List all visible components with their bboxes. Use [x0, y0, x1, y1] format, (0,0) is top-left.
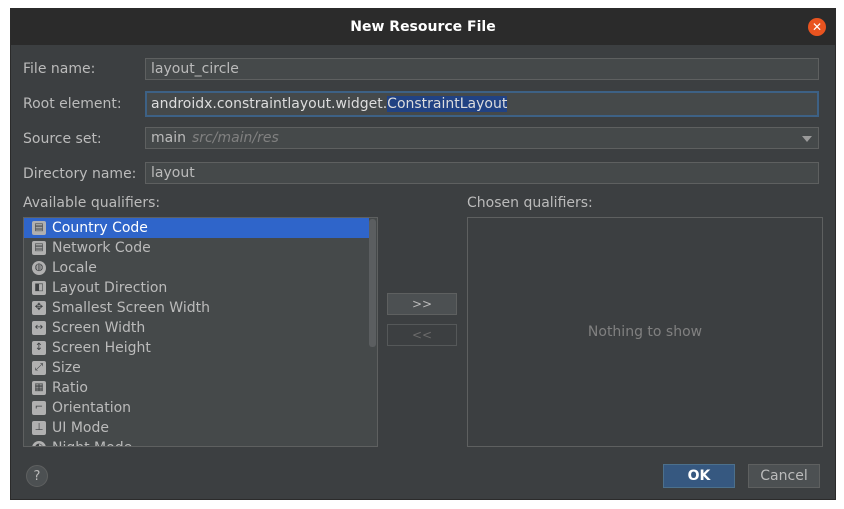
list-item-label: Orientation — [52, 400, 132, 416]
list-item[interactable]: ⤢ Size — [24, 358, 377, 378]
list-item-label: Country Code — [52, 220, 148, 236]
list-item-label: Locale — [52, 260, 97, 276]
screen-width-icon: ↔ — [32, 321, 46, 335]
cancel-button[interactable]: Cancel — [748, 464, 820, 488]
list-item[interactable]: ▤ Network Code — [24, 238, 377, 258]
close-icon: ✕ — [811, 20, 823, 34]
list-item-label: Smallest Screen Width — [52, 300, 210, 316]
list-scrollbar[interactable] — [369, 218, 377, 446]
source-set-label: Source set: — [23, 131, 102, 147]
list-item-label: Screen Width — [52, 320, 146, 336]
file-name-value: layout_circle — [151, 61, 239, 77]
available-qualifiers-label: Available qualifiers: — [23, 195, 161, 211]
ok-button[interactable]: OK — [663, 464, 735, 488]
layout-direction-icon: ◧ — [32, 281, 46, 295]
size-icon: ⤢ — [32, 361, 46, 375]
list-item-label: Ratio — [52, 380, 88, 396]
list-item[interactable]: ⊥ UI Mode — [24, 418, 377, 438]
globe-icon: ◍ — [32, 261, 46, 275]
ui-mode-icon: ⊥ — [32, 421, 46, 435]
new-resource-file-dialog: New Resource File ✕ File name: layout_ci… — [10, 8, 836, 500]
title-bar: New Resource File ✕ — [11, 9, 835, 45]
screen-height-icon: ↕ — [32, 341, 46, 355]
list-item[interactable]: ▤ Country Code — [24, 218, 377, 238]
country-code-icon: ▤ — [32, 221, 46, 235]
list-item-label: Screen Height — [52, 340, 151, 356]
list-item[interactable]: ⌐ Orientation — [24, 398, 377, 418]
root-element-value-selected: ConstraintLayout — [387, 96, 508, 112]
list-item[interactable]: ▦ Ratio — [24, 378, 377, 398]
ratio-icon: ▦ — [32, 381, 46, 395]
list-item-label: Network Code — [52, 240, 151, 256]
list-item-label: Night Mode — [52, 438, 132, 446]
available-qualifiers-list[interactable]: ▤ Country Code ▤ Network Code ◍ Locale ◧… — [23, 217, 378, 447]
dialog-title: New Resource File — [350, 19, 496, 35]
source-set-value: main — [151, 130, 186, 146]
scroll-thumb[interactable] — [369, 219, 376, 347]
remove-qualifier-button[interactable]: << — [387, 324, 457, 346]
root-element-value-prefix: androidx.constraintlayout.widget. — [151, 96, 388, 112]
close-button[interactable]: ✕ — [808, 18, 826, 36]
help-button[interactable]: ? — [26, 465, 48, 487]
night-mode-icon: ◐ — [32, 441, 46, 446]
list-item[interactable]: ↕ Screen Height — [24, 338, 377, 358]
empty-state-text: Nothing to show — [587, 324, 703, 340]
list-item-label: Size — [52, 360, 81, 376]
file-name-label: File name: — [23, 61, 96, 77]
chosen-qualifiers-list[interactable]: Nothing to show — [467, 217, 823, 447]
chosen-qualifiers-label: Chosen qualifiers: — [467, 195, 593, 211]
list-item[interactable]: ↔ Screen Width — [24, 318, 377, 338]
list-item-label: UI Mode — [52, 420, 109, 436]
smallest-width-icon: ✥ — [32, 301, 46, 315]
list-item[interactable]: ◍ Locale — [24, 258, 377, 278]
list-item[interactable]: ◧ Layout Direction — [24, 278, 377, 298]
root-element-field[interactable]: androidx.constraintlayout.widget.Constra… — [145, 91, 819, 117]
directory-name-field[interactable]: layout — [145, 162, 819, 184]
directory-name-label: Directory name: — [23, 166, 137, 182]
add-qualifier-button[interactable]: >> — [387, 293, 457, 315]
network-code-icon: ▤ — [32, 241, 46, 255]
list-item[interactable]: ◐ Night Mode — [24, 438, 377, 446]
directory-name-value: layout — [151, 165, 195, 181]
file-name-field[interactable]: layout_circle — [145, 58, 819, 80]
source-set-dropdown[interactable]: main src/main/res — [145, 127, 819, 149]
root-element-label: Root element: — [23, 96, 122, 112]
chevron-down-icon — [802, 136, 812, 142]
orientation-icon: ⌐ — [32, 401, 46, 415]
source-set-hint: src/main/res — [191, 130, 279, 146]
list-item[interactable]: ✥ Smallest Screen Width — [24, 298, 377, 318]
list-item-label: Layout Direction — [52, 280, 168, 296]
